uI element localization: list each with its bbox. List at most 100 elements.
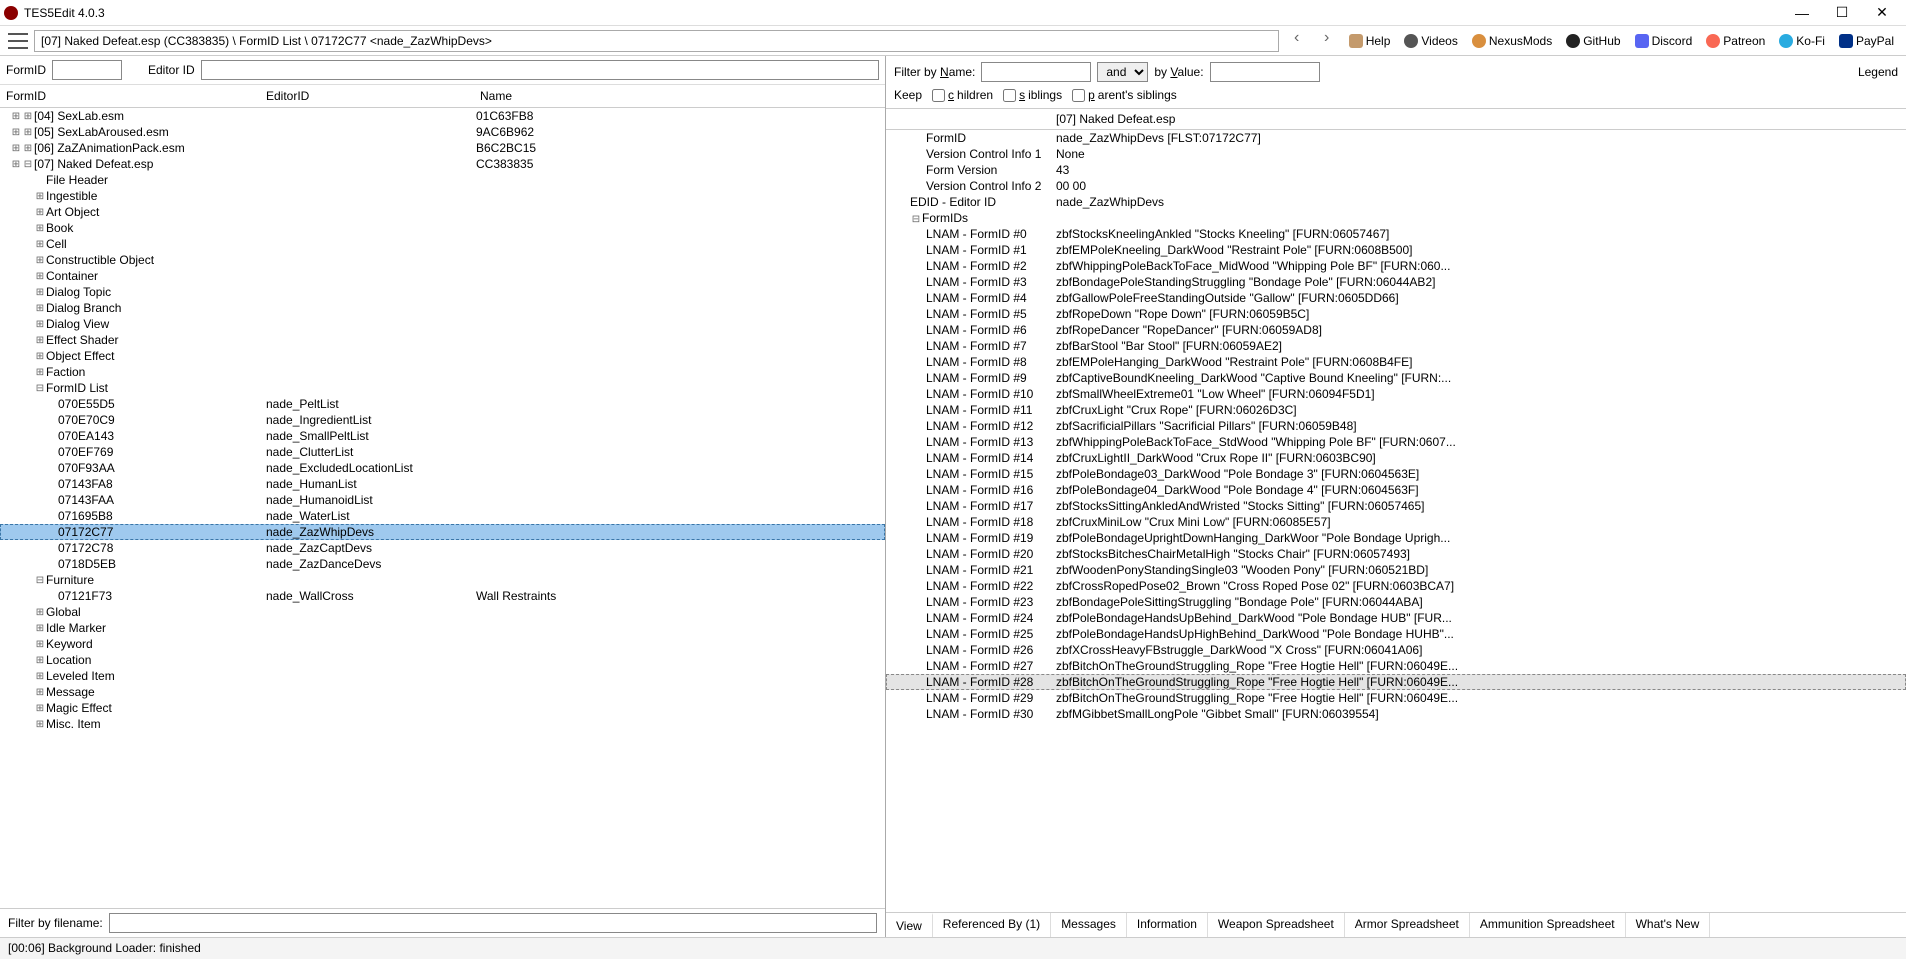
lnam-value[interactable]: zbfWhippingPoleBackToFace_StdWood "Whipp… xyxy=(1056,435,1906,449)
lnam-label[interactable]: LNAM - FormID #30 xyxy=(886,707,1056,721)
maximize-button[interactable]: ☐ xyxy=(1822,4,1862,21)
lnam-value[interactable]: zbfBondagePoleStandingStruggling "Bondag… xyxy=(1056,275,1906,289)
patreon-link[interactable]: Patreon xyxy=(1702,34,1769,48)
category-label[interactable]: Effect Shader xyxy=(46,333,119,347)
expand-icon[interactable]: ⊞ xyxy=(34,719,46,730)
formid-item[interactable]: 070E55D5 xyxy=(58,397,115,411)
category-label[interactable]: Dialog Branch xyxy=(46,301,121,315)
lnam-label[interactable]: LNAM - FormID #28 xyxy=(886,675,1056,689)
lnam-value[interactable]: zbfPoleBondage04_DarkWood "Pole Bondage … xyxy=(1056,483,1906,497)
formid-item[interactable]: 07172C77 xyxy=(58,525,113,539)
lnam-value[interactable]: zbfBitchOnTheGroundStruggling_Rope "Free… xyxy=(1056,691,1906,705)
lnam-value[interactable]: zbfGallowPoleFreeStandingOutside "Gallow… xyxy=(1056,291,1906,305)
lnam-label[interactable]: LNAM - FormID #4 xyxy=(886,291,1056,305)
detail-label[interactable]: ⊟FormIDs xyxy=(886,211,1056,225)
lnam-value[interactable]: zbfPoleBondageUprightDownHanging_DarkWoo… xyxy=(1056,531,1906,545)
lnam-value[interactable]: zbfBondagePoleSittingStruggling "Bondage… xyxy=(1056,595,1906,609)
category-label[interactable]: Idle Marker xyxy=(46,621,106,635)
detail-label[interactable]: Version Control Info 2 xyxy=(886,179,1056,193)
lnam-label[interactable]: LNAM - FormID #7 xyxy=(886,339,1056,353)
lnam-value[interactable]: zbfWhippingPoleBackToFace_MidWood "Whipp… xyxy=(1056,259,1906,273)
paypal-link[interactable]: PayPal xyxy=(1835,34,1898,48)
lnam-label[interactable]: LNAM - FormID #20 xyxy=(886,547,1056,561)
category-label[interactable]: Faction xyxy=(46,365,85,379)
lnam-value[interactable]: zbfBitchOnTheGroundStruggling_Rope "Free… xyxy=(1056,675,1906,689)
tab-referenced-by-1-[interactable]: Referenced By (1) xyxy=(933,913,1051,937)
expand-icon[interactable]: ⊞ xyxy=(34,271,46,282)
category-label[interactable]: Location xyxy=(46,653,91,667)
formid-item[interactable]: 07143FAA xyxy=(58,493,114,507)
expand-icon[interactable]: ⊞ xyxy=(22,127,34,138)
lnam-label[interactable]: LNAM - FormID #1 xyxy=(886,243,1056,257)
lnam-label[interactable]: LNAM - FormID #16 xyxy=(886,483,1056,497)
lnam-label[interactable]: LNAM - FormID #22 xyxy=(886,579,1056,593)
lnam-label[interactable]: LNAM - FormID #19 xyxy=(886,531,1056,545)
lnam-label[interactable]: LNAM - FormID #24 xyxy=(886,611,1056,625)
th-editorid[interactable]: EditorID xyxy=(260,85,474,107)
expand-icon[interactable]: ⊞ xyxy=(34,703,46,714)
lnam-value[interactable]: zbfCruxMiniLow "Crux Mini Low" [FURN:060… xyxy=(1056,515,1906,529)
detail-label[interactable]: Form Version xyxy=(886,163,1056,177)
minimize-button[interactable]: — xyxy=(1782,5,1822,21)
lnam-label[interactable]: LNAM - FormID #15 xyxy=(886,467,1056,481)
lnam-label[interactable]: LNAM - FormID #9 xyxy=(886,371,1056,385)
lnam-value[interactable]: zbfSmallWheelExtreme01 "Low Wheel" [FURN… xyxy=(1056,387,1906,401)
lnam-value[interactable]: zbfStocksSittingAnkledAndWristed "Stocks… xyxy=(1056,499,1906,513)
tab-weapon-spreadsheet[interactable]: Weapon Spreadsheet xyxy=(1208,913,1345,937)
lnam-label[interactable]: LNAM - FormID #25 xyxy=(886,627,1056,641)
help-link[interactable]: Help xyxy=(1345,34,1395,48)
lnam-label[interactable]: LNAM - FormID #12 xyxy=(886,419,1056,433)
category-label[interactable]: Keyword xyxy=(46,637,93,651)
nav-forward-button[interactable]: › xyxy=(1315,29,1339,53)
th-formid[interactable]: FormID xyxy=(0,85,260,107)
tab-information[interactable]: Information xyxy=(1127,913,1208,937)
expand-icon[interactable]: ⊟ xyxy=(34,383,46,394)
formid-item[interactable]: 07121F73 xyxy=(58,589,112,603)
expand-icon[interactable] xyxy=(34,175,46,186)
lnam-label[interactable]: LNAM - FormID #3 xyxy=(886,275,1056,289)
lnam-value[interactable]: zbfStocksBitchesChairMetalHigh "Stocks C… xyxy=(1056,547,1906,561)
editorid-input[interactable] xyxy=(201,60,879,80)
expand-icon[interactable]: ⊞ xyxy=(10,143,22,154)
parent-siblings-checkbox[interactable]: parent's siblings xyxy=(1072,88,1177,102)
lnam-value[interactable]: zbfEMPoleKneeling_DarkWood "Restraint Po… xyxy=(1056,243,1906,257)
formid-item[interactable]: 070EF769 xyxy=(58,445,113,459)
lnam-label[interactable]: LNAM - FormID #11 xyxy=(886,403,1056,417)
tab-what-s-new[interactable]: What's New xyxy=(1626,913,1711,937)
th-name[interactable]: Name xyxy=(474,85,885,107)
detail-value[interactable]: nade_ZazWhipDevs [FLST:07172C77] xyxy=(1056,131,1906,145)
lnam-value[interactable]: zbfWoodenPonyStandingSingle03 "Wooden Po… xyxy=(1056,563,1906,577)
category-label[interactable]: Object Effect xyxy=(46,349,114,363)
expand-icon[interactable]: ⊞ xyxy=(34,303,46,314)
github-link[interactable]: GitHub xyxy=(1562,34,1624,48)
lnam-value[interactable]: zbfStocksKneelingAnkled "Stocks Kneeling… xyxy=(1056,227,1906,241)
expand-icon[interactable]: ⊟ xyxy=(22,159,34,170)
expand-icon[interactable]: ⊞ xyxy=(34,223,46,234)
formid-item[interactable]: 070E70C9 xyxy=(58,413,115,427)
lnam-value[interactable]: zbfBitchOnTheGroundStruggling_Rope "Free… xyxy=(1056,659,1906,673)
expand-icon[interactable]: ⊞ xyxy=(34,287,46,298)
detail-label[interactable]: Version Control Info 1 xyxy=(886,147,1056,161)
category-label[interactable]: Leveled Item xyxy=(46,669,115,683)
lnam-label[interactable]: LNAM - FormID #14 xyxy=(886,451,1056,465)
breadcrumb[interactable]: [07] Naked Defeat.esp (CC383835) \ FormI… xyxy=(34,30,1279,52)
lnam-label[interactable]: LNAM - FormID #17 xyxy=(886,499,1056,513)
plugin-label[interactable]: [06] ZaZAnimationPack.esm xyxy=(34,141,185,155)
lnam-label[interactable]: LNAM - FormID #18 xyxy=(886,515,1056,529)
plugin-label[interactable]: [07] Naked Defeat.esp xyxy=(34,157,153,171)
lnam-label[interactable]: LNAM - FormID #8 xyxy=(886,355,1056,369)
expand-icon[interactable]: ⊞ xyxy=(34,655,46,666)
lnam-value[interactable]: zbfBarStool "Bar Stool" [FURN:06059AE2] xyxy=(1056,339,1906,353)
formid-item[interactable]: 070EA143 xyxy=(58,429,114,443)
detail-value[interactable]: None xyxy=(1056,147,1906,161)
detail-value[interactable]: 43 xyxy=(1056,163,1906,177)
expand-icon[interactable]: ⊟ xyxy=(34,575,46,586)
expand-icon[interactable]: ⊞ xyxy=(10,111,22,122)
category-label[interactable]: File Header xyxy=(46,173,108,187)
expand-icon[interactable]: ⊞ xyxy=(34,367,46,378)
expand-icon[interactable]: ⊞ xyxy=(10,127,22,138)
lnam-value[interactable]: zbfPoleBondageHandsUpHighBehind_DarkWood… xyxy=(1056,627,1906,641)
filter-value-input[interactable] xyxy=(1210,62,1320,82)
plugin-label[interactable]: [04] SexLab.esm xyxy=(34,109,124,123)
lnam-value[interactable]: zbfSacrificialPillars "Sacrificial Pilla… xyxy=(1056,419,1906,433)
